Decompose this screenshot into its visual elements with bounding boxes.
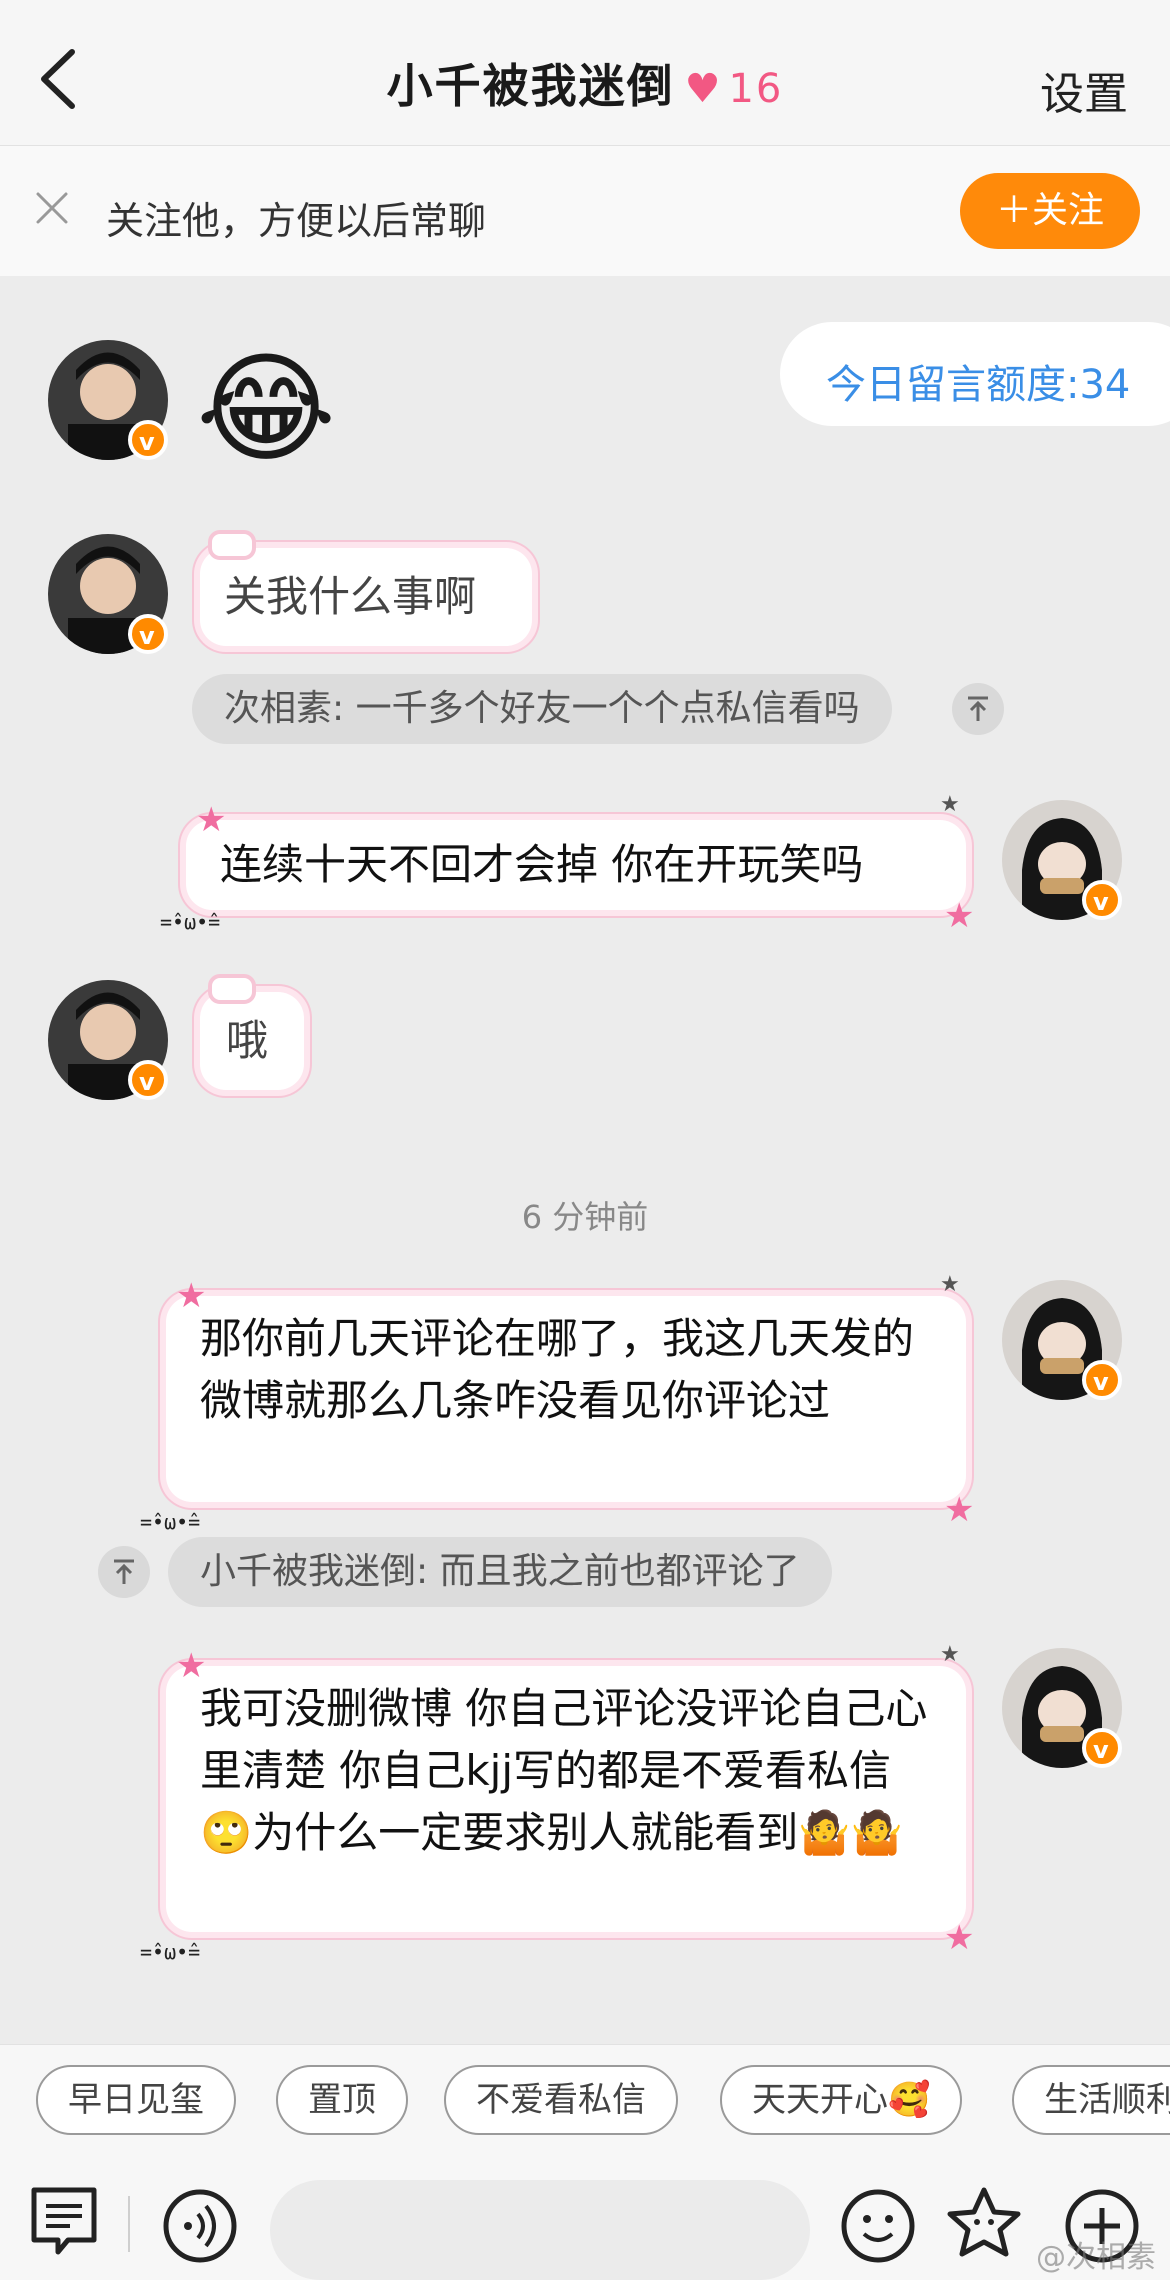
quick-reply-chip[interactable]: 不爱看私信 <box>444 2065 678 2135</box>
verified-badge: v <box>128 1060 168 1100</box>
message-text: 关我什么事啊 <box>224 572 477 621</box>
verified-badge: v <box>1082 1728 1122 1768</box>
follow-button[interactable]: ＋关注 <box>960 173 1140 249</box>
sticker-button[interactable] <box>944 2184 1024 2264</box>
message-bubble-sent[interactable]: 连续十天不回才会掉 你在开玩笑吗 <box>186 820 966 910</box>
message-text: 我可没删微博 你自己评论没评论自己心里清楚 你自己kjj写的都是不爱看私信🙄为什… <box>200 1684 928 1857</box>
voice-icon <box>163 2189 237 2263</box>
divider <box>128 2196 130 2252</box>
emoji-button[interactable] <box>838 2186 918 2266</box>
star-decoration: ★ <box>944 896 975 936</box>
quick-reply-bar: 早日见玺 置顶 不爱看私信 天天开心🥰 生活顺利 <box>0 2044 1170 2152</box>
verified-badge: v <box>128 614 168 654</box>
message-text: 哦 <box>226 1016 269 1065</box>
follow-banner: 关注他，方便以后常聊 ＋关注 <box>0 146 1170 276</box>
kaomoji-decoration: =̂•ω•̂= <box>140 1510 201 1534</box>
smiley-icon <box>841 2189 915 2263</box>
star-face-icon <box>947 2187 1021 2257</box>
quick-reply-chip[interactable]: 生活顺利 <box>1012 2065 1170 2135</box>
keyboard-menu-icon <box>31 2187 97 2255</box>
watermark: @次相素 <box>1036 2240 1156 2275</box>
kaomoji-decoration: =̂•ω•̂= <box>140 1940 201 1964</box>
arrow-up-icon <box>968 696 988 721</box>
star-decoration: ★ <box>196 800 227 840</box>
follow-prompt: 关注他，方便以后常聊 <box>106 199 487 243</box>
star-decoration: ★ <box>940 1642 960 1667</box>
message-text: 连续十天不回才会掉 你在开玩笑吗 <box>220 840 864 889</box>
star-decoration: ★ <box>944 1918 975 1958</box>
star-decoration: ★ <box>940 792 960 817</box>
quick-reply-chip[interactable]: 天天开心🥰 <box>720 2065 963 2135</box>
message-bubble-received[interactable]: 关我什么事啊 <box>200 530 532 646</box>
message-quota-badge: 今日留言额度:34 <box>780 322 1170 426</box>
jump-to-quote-button[interactable] <box>98 1546 150 1598</box>
heart-icon: ♥ <box>684 66 723 112</box>
star-decoration: ★ <box>940 1272 960 1297</box>
input-bar <box>0 2152 1170 2280</box>
verified-badge: v <box>1082 880 1122 920</box>
quick-reply-chip[interactable]: 置顶 <box>276 2065 408 2135</box>
message-timestamp: 6 分钟前 <box>521 1198 649 1236</box>
conversation-name: 小千被我迷倒 <box>386 59 675 113</box>
verified-badge: v <box>128 420 168 460</box>
star-decoration: ★ <box>176 1646 207 1686</box>
quick-reply-chip[interactable]: 早日见玺 <box>36 2065 236 2135</box>
close-banner-button[interactable] <box>30 186 74 230</box>
message-bubble-sent[interactable]: 我可没删微博 你自己评论没评论自己心里清楚 你自己kjj写的都是不爱看私信🙄为什… <box>166 1666 966 1932</box>
kaomoji-decoration: =̂•ω•̂= <box>160 910 221 934</box>
message-bubble-received[interactable]: 哦 <box>200 974 304 1090</box>
quoted-message[interactable]: 次相素: 一千多个好友一个个点私信看吗 <box>192 674 892 744</box>
close-icon <box>36 192 68 224</box>
star-decoration: ★ <box>176 1276 207 1316</box>
message-text: 那你前几天评论在哪了，我这几天发的微博就那么几条咋没看见你评论过 <box>200 1314 915 1425</box>
header: 小千被我迷倒 ♥ 16 设置 <box>0 0 1170 146</box>
star-decoration: ★ <box>944 1490 975 1530</box>
menu-toggle-button[interactable] <box>24 2182 104 2262</box>
jump-to-quote-button[interactable] <box>952 683 1004 735</box>
quoted-message[interactable]: 小千被我迷倒: 而且我之前也都评论了 <box>168 1537 832 1607</box>
arrow-up-icon <box>114 1559 134 1584</box>
message-input[interactable] <box>270 2180 810 2280</box>
settings-button[interactable]: 设置 <box>1040 58 1128 122</box>
quota-text: 今日留言额度:34 <box>826 362 1131 408</box>
message-bubble-sent[interactable]: 那你前几天评论在哪了，我这几天发的微博就那么几条咋没看见你评论过 <box>166 1296 966 1502</box>
heart-count: 16 <box>728 66 784 112</box>
message-emoji: 😂 <box>196 340 337 479</box>
verified-badge: v <box>1082 1360 1122 1400</box>
voice-input-button[interactable] <box>160 2186 240 2266</box>
page-title: 小千被我迷倒 ♥ 16 <box>0 50 1170 116</box>
